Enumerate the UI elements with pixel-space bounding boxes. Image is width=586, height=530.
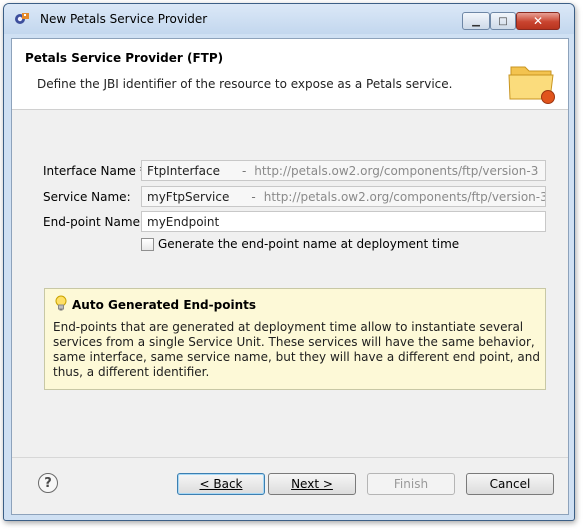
page-title: Petals Service Provider (FTP) (25, 51, 224, 65)
cancel-button[interactable]: Cancel (466, 473, 554, 495)
service-name-value: myFtpService (147, 190, 230, 204)
eclipse-app-icon (15, 13, 29, 24)
endpoint-name-label: End-point Name: (43, 215, 144, 229)
wizard-banner: Petals Service Provider (FTP) Define the… (12, 39, 568, 110)
generate-endpoint-checkbox[interactable] (141, 238, 154, 251)
interface-namespace: http://petals.ow2.org/components/ftp/ver… (254, 164, 539, 178)
window-title: New Petals Service Provider (40, 12, 208, 26)
page-description: Define the JBI identifier of the resourc… (37, 77, 453, 91)
interface-name-value: FtpInterface (147, 164, 220, 178)
minimize-button[interactable]: ▁ (462, 12, 490, 30)
folder-icon (508, 66, 555, 104)
dialog-client: Petals Service Provider (FTP) Define the… (11, 38, 569, 515)
service-name-label: Service Name: (43, 190, 131, 204)
close-icon: ✕ (532, 14, 544, 28)
back-button[interactable]: < Back (177, 473, 265, 495)
finish-button-label: Finish (393, 477, 429, 491)
next-button-label: Next > (291, 477, 333, 491)
interface-name-separator: - (241, 164, 247, 178)
next-button[interactable]: Next > (268, 473, 356, 495)
title-bar[interactable]: New Petals Service Provider ▁ □ ✕ (4, 4, 574, 34)
service-namespace: http://petals.ow2.org/components/ftp/ver… (263, 190, 546, 204)
dialog-window: New Petals Service Provider ▁ □ ✕ Petals… (3, 3, 575, 521)
maximize-icon: □ (498, 15, 508, 27)
info-text: End-points that are generated at deploym… (53, 320, 541, 379)
lightbulb-icon (55, 295, 67, 311)
cancel-button-label: Cancel (489, 477, 531, 491)
info-box: Auto Generated End-points End-points tha… (44, 288, 546, 390)
info-title: Auto Generated End-points (72, 298, 256, 312)
minimize-icon: ▁ (472, 15, 480, 27)
maximize-button[interactable]: □ (490, 12, 516, 30)
endpoint-name-value: myEndpoint (147, 215, 220, 229)
help-button[interactable]: ? (38, 473, 58, 493)
service-name-field[interactable]: myFtpService - http://petals.ow2.org/compo… (141, 186, 546, 207)
close-button[interactable]: ✕ (516, 12, 560, 30)
button-bar-divider (12, 457, 568, 458)
endpoint-name-field[interactable]: myEndpoint (141, 211, 546, 232)
service-name-separator: - (251, 190, 256, 204)
interface-name-label: Interface Name *: (43, 164, 150, 178)
interface-name-field[interactable]: FtpInterface - http://petals.ow2.org/compo… (141, 160, 546, 181)
finish-button[interactable]: Finish (367, 473, 455, 495)
back-button-label: < Back (199, 477, 243, 491)
help-icon: ? (44, 475, 52, 491)
generate-endpoint-label[interactable]: Generate the end-point name at deploymen… (158, 237, 459, 251)
